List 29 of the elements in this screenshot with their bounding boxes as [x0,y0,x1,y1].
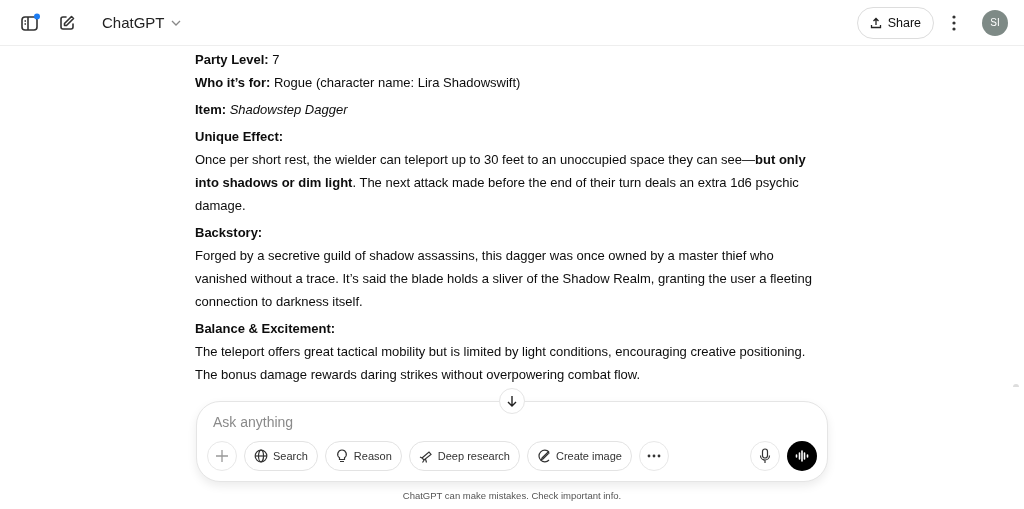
brush-icon [536,449,551,463]
section-heading: Backstory: [195,224,264,242]
paragraph: Once per short rest, the wielder can teleport up to 30 feet to an unoccupied space they can see—but only into shadows or dim light. The next attack made before the end of their turn deals an extra 1d6 psychic damage. [195,151,807,215]
tool-button[interactable]: Reason [324,441,402,471]
section-heading: Unique Effect: [195,128,285,146]
chevron-icon [170,19,181,26]
paragraph: Forged by a secretive guild of shadow assassins, this dagger was once owned by a master thief who vanished without a trace. It’s said the blade holds a sliver of the Shadow Realm, granting the user a fleeting connection to darkness itself. [195,247,813,311]
tool-button[interactable]: Search [244,441,318,471]
upload-icon [869,16,882,29]
lightbulb-icon [334,449,349,463]
tool-button[interactable]: Deep research [408,441,520,471]
section-heading: Balance & Excitement: [195,320,337,338]
waveform-icon [795,450,809,462]
telescope-icon [418,449,433,463]
scroll-down-button[interactable] [499,388,525,414]
detail-line: Who it’s for: Rogue (character name: Lira Shadowswift) [195,74,522,92]
detail-line: Item: Shadowstep Dagger [195,101,349,119]
microphone-icon[interactable] [750,441,780,471]
share-button[interactable]: Share [856,6,934,39]
model-selector[interactable]: ChatGPT [96,13,187,32]
voice-mode-button[interactable] [787,441,817,471]
disclaimer: ChatGPT can make mistakes. Check important info. [402,490,622,501]
plus-icon [215,449,229,463]
globe-icon [254,449,268,463]
avatar[interactable]: SI [982,9,1008,36]
down-arrow-icon [506,395,518,407]
tool-button[interactable]: Create image [526,441,632,471]
paragraph: The teleport offers great tactical mobility but is limited by light conditions, encouraging creative positioning. The bonus damage rewards daring strikes without overpowering combat flow. [195,343,807,384]
detail-line: Party Level: 7 [195,51,281,69]
